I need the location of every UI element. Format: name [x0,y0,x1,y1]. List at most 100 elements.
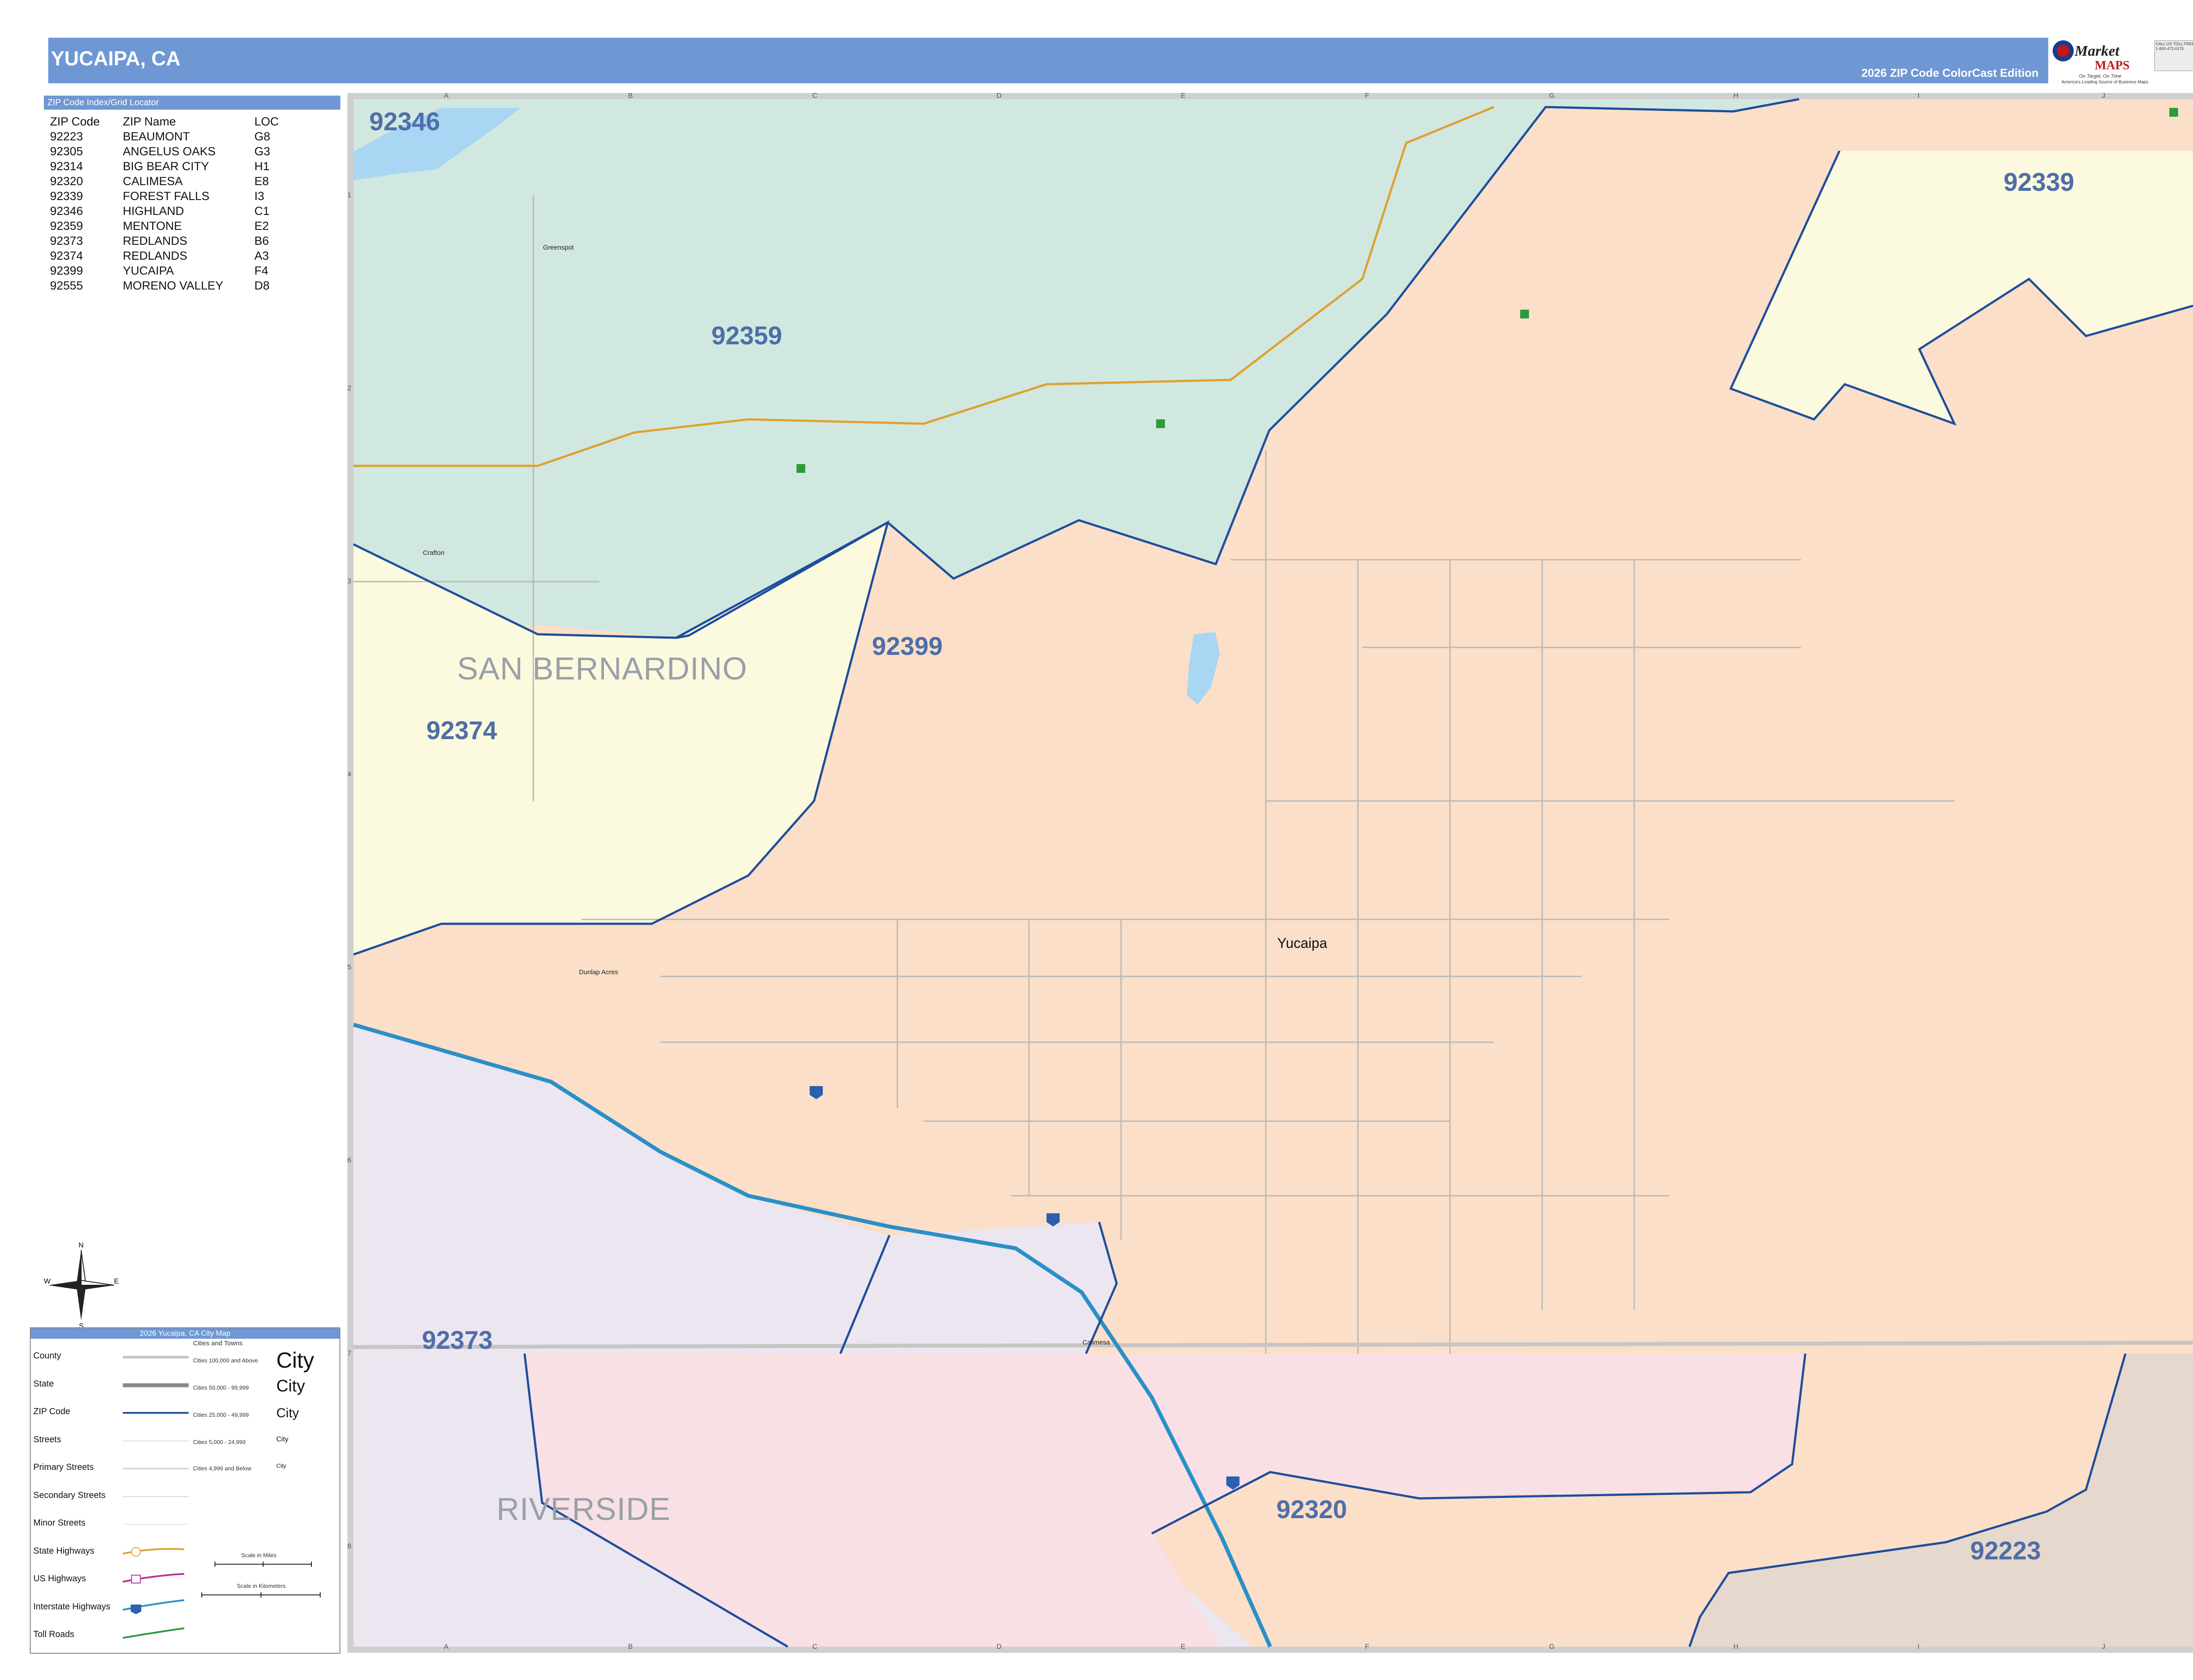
zip-index-header: ZIP Code Index/Grid Locator [44,96,340,110]
zip-index-columns: ZIP Code ZIP Name LOC [50,114,307,129]
zip-name-cell: HIGHLAND [123,204,184,218]
grid-row-label: 3 [347,578,351,585]
grid-column-label: G [1549,1643,1555,1651]
zip-name-cell: MENTONE [123,219,182,232]
county-label-san-bernardino: SAN BERNARDINO [457,651,748,686]
zip-name-cell: YUCAIPA [123,264,174,277]
zip-index: ZIP Code Index/Grid Locator ZIP Code ZIP… [44,96,340,293]
map-canvas[interactable] [347,93,2193,1653]
grid-column-label: H [1733,92,1739,100]
place-label-dunlap-acres: Dunlap Acres [579,969,618,976]
grid-column-label: I [1918,1643,1920,1651]
loc-cell: C1 [254,204,270,218]
zip-code-cell: 92223 [50,130,83,143]
logo-phone-box: CALL US TOLL FREE 1-800-472-0175 [2154,40,2193,71]
zip-index-table: ZIP Code ZIP Name LOC 92223 BEAUMONT G8 923… [50,114,307,293]
zip-code-cell: 92339 [50,189,83,203]
grid-column-label: A [444,92,449,100]
map-area[interactable]: 92346 92359 92339 92399 92374 92373 9232… [347,92,2193,1653]
logo-brand-bottom: MAPS [2095,59,2130,72]
loc-cell: F4 [254,264,268,277]
zip-name-cell: BEAUMONT [123,130,190,143]
col-loc: LOC [254,115,279,128]
grid-column-label: I [1918,92,1920,100]
zip-index-row: 92346 HIGHLAND C1 [50,204,307,218]
col-zip-name: ZIP Name [123,115,176,128]
logo-badge-icon [2053,40,2074,61]
title-bar: YUCAIPA, CA 2026 ZIP Code ColorCast Edit… [48,38,2048,83]
zip-label-92320: 92320 [1276,1495,1347,1524]
grid-column-label: C [812,92,818,100]
compass-n: N [79,1242,84,1249]
zip-name-cell: FOREST FALLS [123,189,210,203]
zip-label-92359: 92359 [711,322,782,350]
grid-row-label: 6 [347,1157,351,1164]
zip-index-row: 92359 MENTONE E2 [50,218,307,233]
county-label-riverside: RIVERSIDE [496,1492,671,1527]
logo-tagline: On Target, On Time [2079,74,2122,79]
zip-code-cell: 92305 [50,145,83,158]
zip-code-cell: 92346 [50,204,83,218]
grid-column-label: A [444,1643,449,1651]
zip-code-cell: 92555 [50,279,83,292]
grid-column-label: F [1365,92,1369,100]
logo-tagline-2: America's Leading Source of Business Map… [2061,80,2149,85]
zip-label-92223: 92223 [1970,1537,2041,1565]
park-marker-icon [796,464,805,473]
col-zip-code: ZIP Code [50,115,100,128]
place-label-calimesa: Calimesa [1082,1339,1110,1346]
loc-cell: E8 [254,175,269,188]
zip-index-row: 92374 REDLANDS A3 [50,248,307,263]
zip-code-cell: 92374 [50,249,83,262]
park-marker-icon [2169,108,2178,117]
zip-index-row: 92339 FOREST FALLS I3 [50,189,307,204]
grid-column-label: B [628,92,633,100]
loc-cell: G8 [254,130,271,143]
zip-index-row: 92320 CALIMESA E8 [50,174,307,189]
zip-name-cell: BIG BEAR CITY [123,160,209,173]
legend-samples [122,1356,321,1639]
scale-km-label: Scale in Kilometers [237,1583,286,1589]
grid-column-label: E [1181,1643,1186,1651]
grid-column-label: G [1549,92,1555,100]
grid-row-label: 7 [347,1350,351,1357]
zip-code-cell: 92314 [50,160,83,173]
zip-label-92346: 92346 [369,107,440,136]
scale-miles-label: Scale in Miles [241,1552,277,1558]
zip-index-row: 92305 ANGELUS OAKS G3 [50,144,307,159]
loc-cell: H1 [254,160,270,173]
zip-index-row: 92399 YUCAIPA F4 [50,263,307,278]
zip-index-row: 92555 MORENO VALLEY D8 [50,278,307,293]
zip-name-cell: CALIMESA [123,175,183,188]
legend-toll-line [122,1627,185,1639]
loc-cell: I3 [254,189,264,203]
publisher-logo: Market MAPS On Target, On Time America's… [2053,38,2193,86]
grid-column-label: B [628,1643,633,1651]
grid-column-label: J [2102,1643,2105,1651]
city-label-yucaipa: Yucaipa [1277,935,1327,951]
compass-rose-icon: N S E W [44,1241,119,1330]
zip-name-cell: REDLANDS [123,249,188,262]
edition-label: 2026 ZIP Code ColorCast Edition [1861,66,2039,79]
place-label-crafton: Crafton [423,549,445,557]
grid-column-label: C [812,1643,818,1651]
zip-code-cell: 92399 [50,264,83,277]
grid-column-label: H [1733,1643,1739,1651]
map-title: YUCAIPA, CA [51,47,181,70]
grid-column-label: J [2102,92,2105,100]
grid-row-label: 8 [347,1543,351,1550]
zip-index-row: 92223 BEAUMONT G8 [50,129,307,144]
zip-name-cell: ANGELUS OAKS [123,145,216,158]
loc-cell: G3 [254,145,271,158]
grid-row-label: 2 [347,385,351,392]
zip-label-92373: 92373 [422,1326,493,1355]
grid-column-label: D [996,1643,1002,1651]
grid-row-label: 5 [347,964,351,971]
zip-label-92374: 92374 [426,716,497,745]
map-legend: 2026 Yucaipa, CA City Map Cities and Tow… [30,1327,340,1654]
zip-index-row: 92373 REDLANDS B6 [50,233,307,248]
zip-code-cell: 92359 [50,219,83,232]
grid-row-label: 1 [347,192,351,199]
park-marker-icon [1520,310,1529,318]
logo-brand-top: Market [2075,43,2119,59]
